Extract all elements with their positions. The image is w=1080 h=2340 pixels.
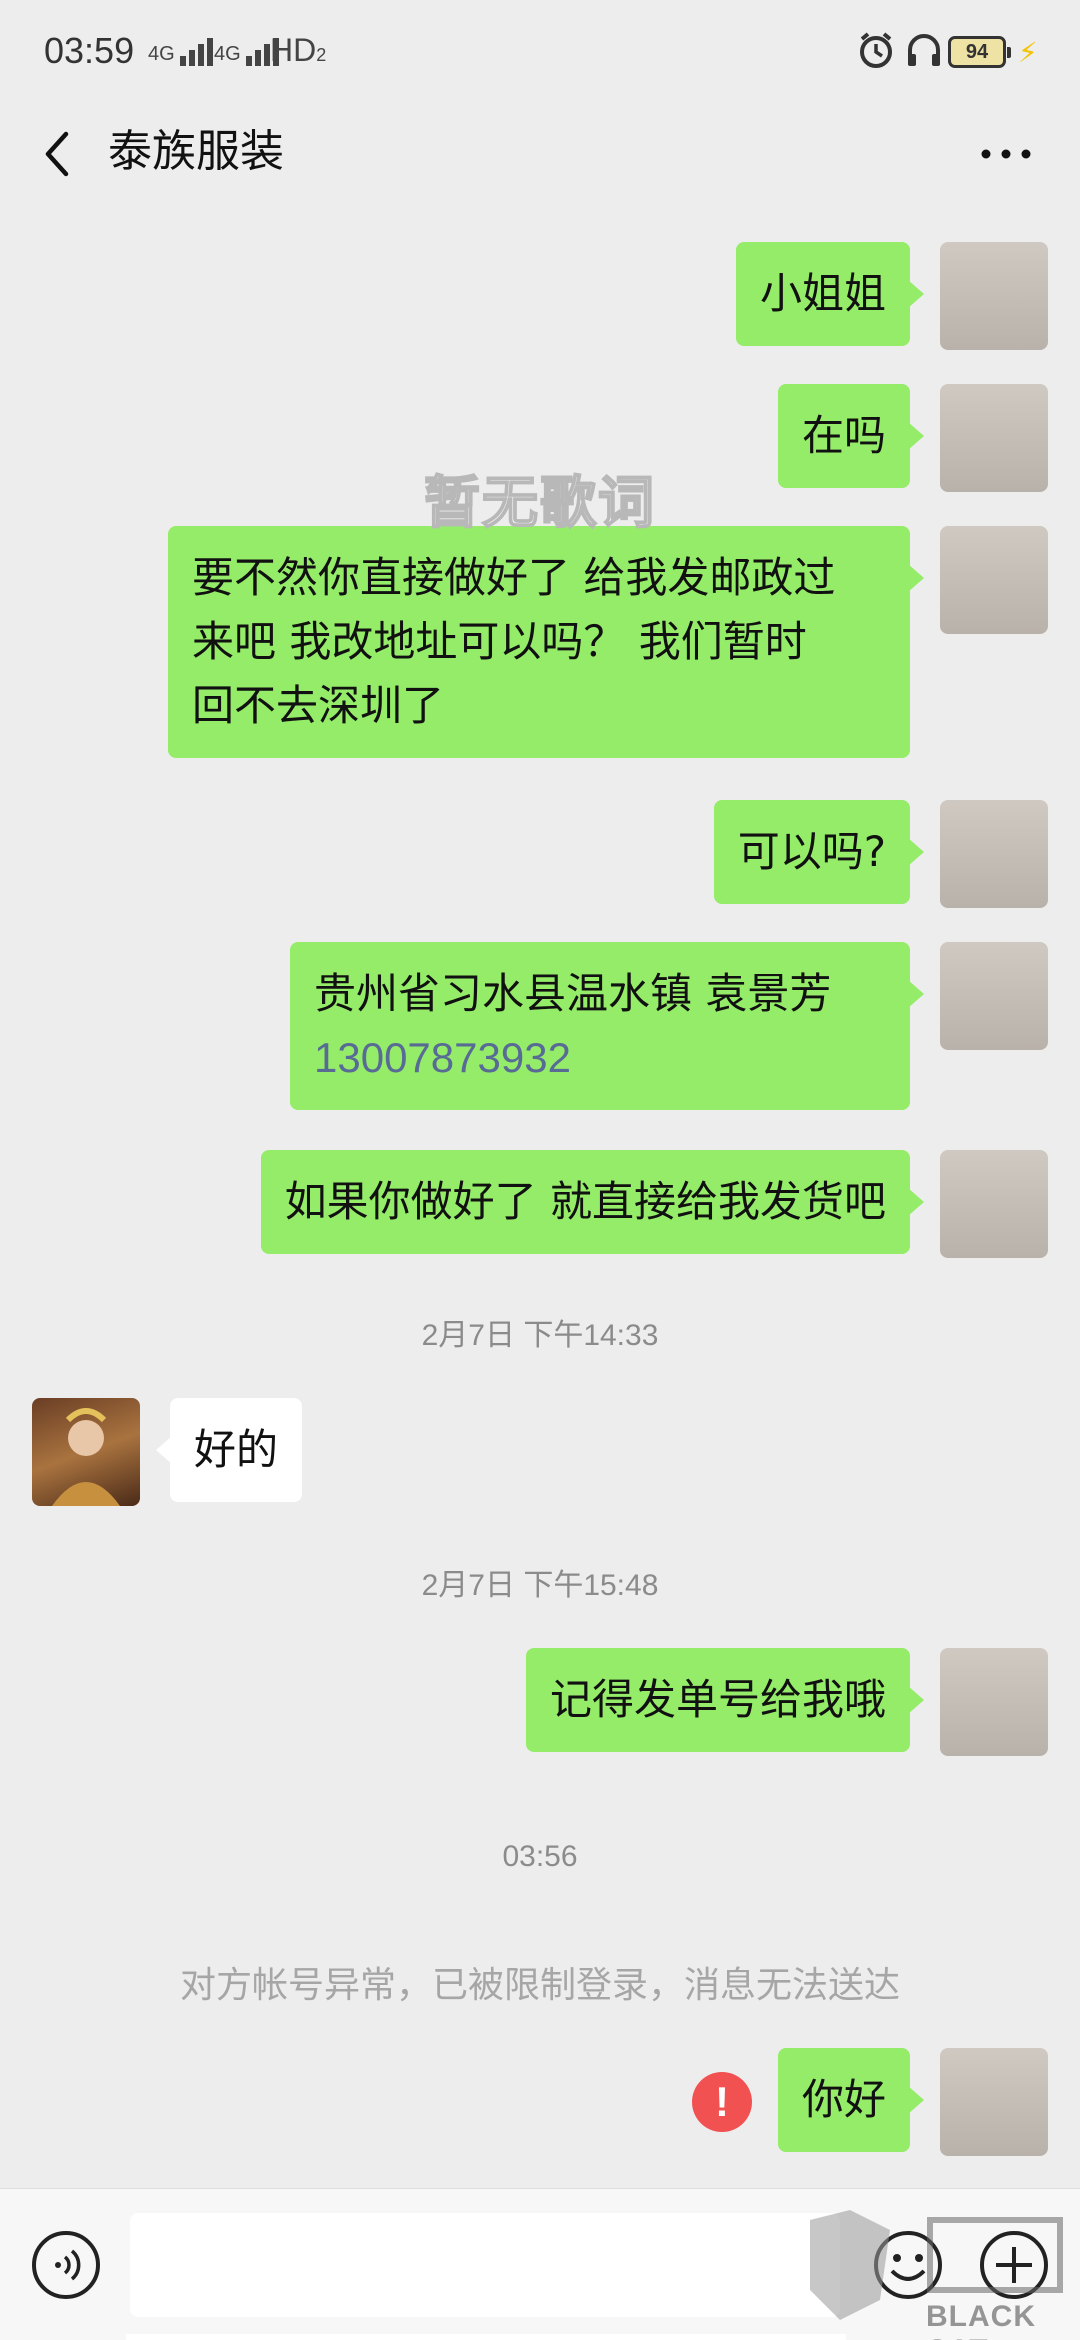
message-bubble-self[interactable]: 在吗 [777,384,925,488]
self-avatar[interactable] [940,800,1048,908]
lyric-overlay: 暂无歌词 [423,470,656,537]
message-bubble-self[interactable]: 贵州省习水县温水镇 袁景芳 13007873932 [290,942,924,1110]
message-line: 来吧 我改地址可以吗？ 我们暂时 [192,617,807,666]
timestamp: 2月7日 下午14:33 [421,1319,659,1352]
system-notice: 对方帐号异常，已被限制登录，消息无法送达 [179,1965,900,2006]
chat-title: 泰族服装 [108,126,284,177]
message-line: 贵州省习水县温水镇 袁景芳 [314,969,832,1018]
self-avatar[interactable] [940,942,1048,1050]
battery-indicator: 94 [948,36,1011,68]
bottom-strip [126,2334,846,2340]
send-failed-icon[interactable]: ! [692,2072,752,2132]
voice-icon[interactable] [30,2229,102,2301]
message-bubble-self[interactable]: 记得发单号给我哦 [525,1648,925,1752]
message-bubble-self[interactable]: 小姐姐 [735,242,925,346]
timestamp: 03:56 [502,1840,578,1873]
message-bubble-other[interactable]: 好的 [155,1398,303,1502]
message-line: 回不去深圳了 [192,681,445,730]
phone-number-link[interactable]: 13007873932 [314,1026,886,1090]
status-bar: 03:59 4G 4G HD2 94 ⚡ [0,0,1080,100]
alarm-icon [860,32,892,68]
network-1-label: 4G [148,43,175,65]
self-avatar[interactable] [940,242,1048,350]
contact-avatar-image [52,1408,120,1506]
chat-header: 泰族服装 [0,100,1080,210]
hd-indicator: HD2 [270,32,326,69]
hd-label: HD [270,32,317,68]
more-dots-icon[interactable] [976,136,1036,172]
self-avatar[interactable] [940,1150,1048,1258]
watermark-text: BLACK CAT [926,2300,1036,2340]
message-line: 要不然你直接做好了 给我发邮政过 [192,553,836,602]
timestamp: 2月7日 下午15:48 [421,1569,659,1602]
status-time: 03:59 [44,30,135,71]
self-avatar[interactable] [940,384,1048,492]
message-input[interactable] [130,2213,840,2317]
chevron-left-icon[interactable] [36,124,86,184]
message-bubble-self[interactable]: 要不然你直接做好了 给我发邮政过 来吧 我改地址可以吗？ 我们暂时 回不去深圳了 [168,526,924,758]
self-avatar[interactable] [940,526,1048,634]
message-bubble-self[interactable]: 可以吗? [713,800,925,904]
network-2-label: 4G [214,43,241,65]
message-bubble-self[interactable]: 如果你做好了 就直接给我发货吧 [260,1150,925,1254]
message-bubble-self[interactable]: 你好 [777,2048,925,2152]
self-avatar[interactable] [940,1648,1048,1756]
contact-avatar[interactable] [32,1398,140,1506]
headphones-icon [908,34,940,66]
self-avatar[interactable] [940,2048,1048,2156]
charging-icon: ⚡ [1018,36,1038,69]
hd-sub-label: 2 [316,45,327,65]
signal-1-icon: 4G [148,38,216,66]
